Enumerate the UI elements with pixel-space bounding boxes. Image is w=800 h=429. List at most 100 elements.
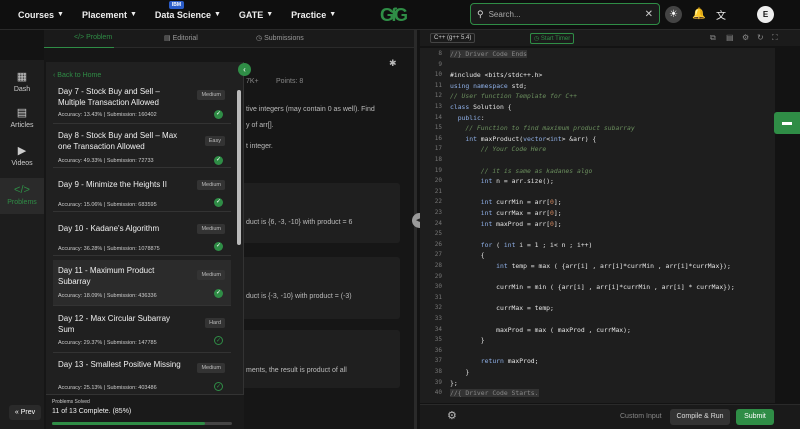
code-line[interactable]: currMin = min ( {arr[i] , arr[i]*currMin…: [450, 283, 735, 291]
panel-divider[interactable]: [414, 30, 417, 429]
list-item[interactable]: Day 8 - Stock Buy and Sell – Max one Tra…: [53, 126, 231, 168]
submit-button[interactable]: Submit: [736, 409, 774, 425]
rail-item-problems[interactable]: </> Problems: [0, 178, 44, 214]
line-number: 37: [434, 357, 442, 365]
code-line[interactable]: int currMax = arr[0];: [450, 209, 562, 217]
ibm-badge: IBM: [168, 0, 185, 9]
code-line[interactable]: // Your Code Here: [450, 145, 546, 153]
left-rail: ▦ Dash ▤ Articles ▶ Videos </> Problems: [0, 60, 44, 429]
code-line[interactable]: int temp = max ( {arr[i] , arr[i]*currMi…: [450, 262, 731, 270]
search-bar[interactable]: ⚲ Search... ✕: [470, 3, 660, 25]
problem-stats: Accuracy: 13.43% | Submission: 160402: [58, 112, 157, 118]
rail-item-articles[interactable]: ▤ Articles: [0, 106, 44, 129]
example-box: [230, 257, 400, 319]
rail-item-videos[interactable]: ▶ Videos: [0, 144, 44, 167]
code-line[interactable]: }: [450, 336, 485, 344]
problem-desc-line: tive integers (may contain 0 as well). F…: [246, 106, 375, 113]
nav-data-science[interactable]: IBM Data Science ▼: [155, 0, 221, 20]
reset-icon[interactable]: ↻: [757, 33, 764, 42]
compile-run-button[interactable]: Compile & Run: [670, 409, 730, 425]
problem-list-panel: ‹ Back to Home Day 7 - Stock Buy and Sel…: [46, 62, 244, 429]
nav-placement[interactable]: Placement ▼: [82, 10, 137, 20]
code-line[interactable]: // Function to find maximum product suba…: [450, 124, 634, 132]
chat-icon[interactable]: ▬: [774, 112, 800, 134]
code-line[interactable]: currMax = temp;: [450, 304, 554, 312]
avatar[interactable]: E: [757, 6, 774, 23]
line-number: 22: [434, 198, 442, 206]
code-line[interactable]: using namespace std;: [450, 82, 527, 90]
line-number: 32: [434, 304, 442, 312]
code-line[interactable]: class Solution {: [450, 103, 512, 111]
gfg-logo[interactable]: GfG: [380, 5, 408, 26]
line-number: 12: [434, 92, 442, 100]
code-line[interactable]: }: [450, 368, 469, 376]
prev-button[interactable]: « Prev: [9, 405, 41, 420]
custom-input-toggle[interactable]: Custom Input: [620, 413, 662, 420]
settings-icon[interactable]: ⚙: [742, 33, 749, 42]
line-number: 9: [438, 60, 442, 68]
scrollbar[interactable]: [237, 90, 241, 245]
nav-gate[interactable]: GATE ▼: [239, 10, 273, 20]
difficulty-badge: Medium: [197, 224, 225, 234]
bell-icon[interactable]: 🔔: [692, 7, 706, 20]
line-number: 25: [434, 230, 442, 238]
code-line[interactable]: return maxProd;: [450, 357, 539, 365]
gear-icon[interactable]: ⚙: [447, 409, 457, 422]
chevron-down-icon: ▼: [329, 11, 337, 18]
problem-title: Day 7 - Stock Buy and Sell – Multiple Tr…: [58, 87, 160, 107]
example-text: duct is {6, -3, -10} with product = 6: [246, 219, 353, 226]
code-line[interactable]: {: [450, 251, 485, 259]
difficulty-badge: Hard: [205, 318, 225, 328]
code-line[interactable]: maxProd = max ( maxProd , currMax);: [450, 326, 631, 334]
editor-footer: ⚙ Custom Input Compile & Run Submit: [420, 404, 800, 429]
code-line[interactable]: int maxProd = arr[0];: [450, 220, 562, 228]
collapse-panel-icon[interactable]: ‹: [238, 63, 251, 76]
line-number: 20: [434, 177, 442, 185]
problem-title: Day 8 - Stock Buy and Sell – Max one Tra…: [58, 131, 178, 151]
line-number: 31: [434, 293, 442, 301]
code-line[interactable]: // it is same as kadanes algo: [450, 167, 593, 175]
fullscreen-icon[interactable]: ⛶: [772, 33, 778, 43]
copy-icon[interactable]: ⧉: [710, 33, 716, 43]
nav-practice[interactable]: Practice ▼: [291, 10, 336, 20]
list-item-active[interactable]: Day 11 - Maximum Product Subarray Medium…: [53, 260, 231, 306]
list-item[interactable]: Day 12 - Max Circular Subarray Sum Hard …: [53, 308, 231, 353]
file-icon[interactable]: ▤: [726, 33, 734, 42]
rail-item-dash[interactable]: ▦ Dash: [0, 70, 44, 93]
chevron-down-icon: ▼: [129, 11, 137, 18]
code-editor[interactable]: 8 //} Driver Code Ends 9 10 #include <bits/s…: [420, 48, 775, 403]
search-input[interactable]: Search...: [489, 10, 645, 19]
code-line[interactable]: for ( int i = 1 ; i< n ; i++): [450, 241, 593, 249]
code-line[interactable]: // User function Template for C++: [450, 92, 577, 100]
tab-problem[interactable]: </> Problem: [74, 34, 112, 41]
language-icon[interactable]: 文: [716, 7, 726, 22]
theme-toggle-icon[interactable]: ☀: [665, 6, 682, 23]
bug-icon[interactable]: ✱: [389, 58, 397, 69]
back-to-home-link[interactable]: ‹ Back to Home: [53, 72, 101, 79]
list-item[interactable]: Day 7 - Stock Buy and Sell – Multiple Tr…: [53, 84, 231, 124]
line-number: 21: [434, 187, 442, 195]
start-timer-button[interactable]: ◷ Start Timer: [530, 33, 575, 44]
line-number: 16: [434, 134, 442, 142]
code-line[interactable]: int maxProduct(vector<int> &arr) {: [450, 135, 596, 143]
code-line[interactable]: int n = arr.size();: [450, 177, 554, 185]
article-icon: ▤: [16, 107, 28, 119]
close-icon[interactable]: ✕: [645, 9, 653, 20]
code-line[interactable]: #include <bits/stdc++.h>: [450, 71, 542, 79]
code-line[interactable]: };: [450, 379, 458, 387]
problems-solved-footer: Problems Solved 11 of 13 Complete. (85%): [46, 394, 244, 429]
code-line[interactable]: //{ Driver Code Starts.: [450, 389, 539, 398]
line-number: 26: [434, 240, 442, 248]
list-item[interactable]: Day 9 - Minimize the Heights II Medium A…: [53, 170, 231, 212]
problem-title: Day 10 - Kadane's Algorithm: [58, 224, 160, 233]
code-line[interactable]: //} Driver Code Ends: [450, 50, 527, 58]
list-item[interactable]: Day 13 - Smallest Positive Missing Mediu…: [53, 355, 231, 395]
tab-submissions[interactable]: ◷ Submissions: [256, 34, 304, 42]
code-line[interactable]: int currMin = arr[0];: [450, 198, 562, 206]
nav-courses[interactable]: Courses ▼: [18, 10, 64, 20]
code-line[interactable]: public:: [450, 114, 485, 122]
language-select[interactable]: C++ (g++ 5.4): [430, 33, 476, 43]
tab-editorial[interactable]: ▤ Editorial: [164, 34, 198, 42]
list-item[interactable]: Day 10 - Kadane's Algorithm Medium Accur…: [53, 214, 231, 256]
check-icon: ✓: [214, 110, 223, 119]
